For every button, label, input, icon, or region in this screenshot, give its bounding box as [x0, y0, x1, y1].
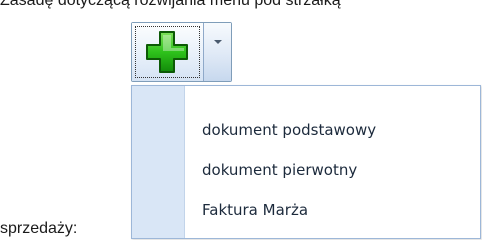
add-split-button[interactable] [131, 22, 232, 82]
trailing-text: sprzedaży: [0, 220, 78, 237]
menu-icon-gutter [132, 86, 185, 238]
chevron-down-icon [213, 40, 222, 44]
menu-item-dokument-pierwotny[interactable]: dokument pierwotny [185, 150, 480, 190]
add-button[interactable] [132, 23, 204, 81]
dropdown-arrow-button[interactable] [204, 23, 231, 81]
page: Zasadę dotyczącą rozwijania menu pod str… [0, 0, 482, 240]
plus-icon [146, 31, 188, 73]
menu-item-dokument-podstawowy[interactable]: dokument podstawowy [185, 110, 480, 150]
intro-text: Zasadę dotyczącą rozwijania menu pod str… [0, 0, 341, 9]
menu-item-faktura-marza[interactable]: Faktura Marża [185, 190, 480, 230]
dropdown-menu: dokument podstawowy dokument pierwotny F… [131, 85, 481, 239]
